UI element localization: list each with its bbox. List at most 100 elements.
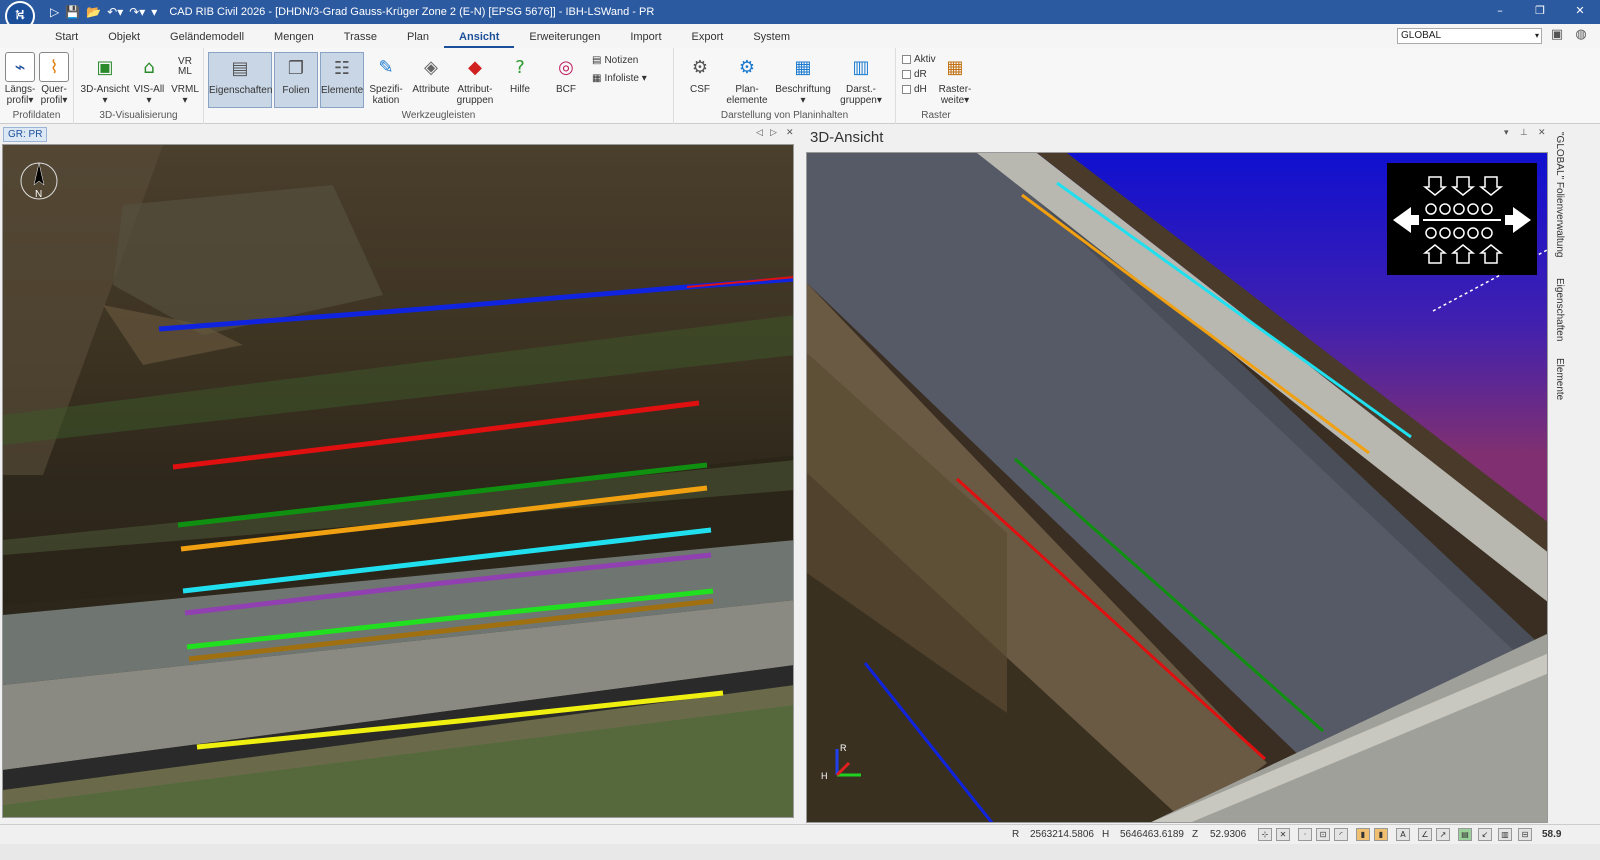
measure-icon[interactable]: ↗: [1436, 828, 1450, 841]
printer-icon[interactable]: ▥: [1498, 828, 1512, 841]
tab-system[interactable]: System: [738, 26, 805, 48]
group-label-werkzeugleisten: Werkzeugleisten: [401, 110, 476, 121]
bcf-button[interactable]: ◎ BCF: [548, 52, 584, 95]
layer-toggle-icon[interactable]: ▮: [1356, 828, 1370, 841]
scroll-right-icon[interactable]: ▷: [770, 128, 777, 138]
bottom-strip: [0, 844, 1600, 860]
open-icon[interactable]: 📂: [86, 5, 101, 19]
layer-toggle-2-icon[interactable]: ▮: [1374, 828, 1388, 841]
3d-view-icon: ▣: [96, 56, 114, 78]
undo-icon[interactable]: ↶▾: [107, 5, 123, 19]
vis-all-button[interactable]: ⌂ VIS-All ▾: [132, 52, 166, 106]
tab-start[interactable]: Start: [40, 26, 93, 48]
tab-ansicht[interactable]: Ansicht: [444, 26, 515, 48]
notes-icon: ▤: [592, 55, 602, 66]
rasterweite-label: Raster- weite▾: [938, 84, 972, 106]
maximize-button[interactable]: ❐: [1520, 0, 1560, 24]
group-label-profildaten: Profildaten: [12, 110, 61, 121]
vis-all-icon: ⌂: [143, 56, 155, 78]
dr-label: dR: [914, 69, 927, 80]
close-button[interactable]: ✕: [1560, 0, 1600, 24]
folien-button[interactable]: ❐ Folien: [274, 52, 318, 108]
app-logo[interactable]: ⛕: [0, 0, 40, 31]
csf-button[interactable]: ⚙ CSF: [682, 52, 718, 95]
hilfe-button[interactable]: ? Hilfe: [502, 52, 538, 95]
ribbon-tabs: Start Objekt Geländemodell Mengen Trasse…: [0, 24, 1600, 48]
grid-snap-icon[interactable]: ✕: [1276, 828, 1290, 841]
querprofil-label: Quer- profil▾: [40, 84, 68, 106]
3d-view-title: 3D-Ansicht: [810, 129, 884, 146]
querprofil-button[interactable]: ⌇ Quer- profil▾: [38, 52, 70, 106]
close-3d-icon[interactable]: ✕: [1538, 128, 1546, 138]
zoom-value: 58.9: [1542, 829, 1562, 840]
h-label: H: [1102, 829, 1110, 840]
axis-h-label: H: [821, 771, 828, 781]
close-pane-icon[interactable]: ✕: [786, 128, 794, 138]
spezifikation-button[interactable]: ✎ Spezifi- kation: [366, 52, 406, 106]
tab-objekt[interactable]: Objekt: [93, 26, 155, 48]
laengsprofil-label: Längs- profil▾: [4, 84, 36, 106]
rasterweite-button[interactable]: ▦ Raster- weite▾: [936, 52, 974, 106]
layer-selector[interactable]: GLOBAL ▾: [1397, 28, 1542, 44]
pin-icon[interactable]: ⊥: [1520, 128, 1528, 138]
planelemente-button[interactable]: ⚙ Plan- elemente: [724, 52, 770, 106]
sidebar-item-elemente[interactable]: Elemente: [1554, 358, 1565, 400]
scroll-left-icon[interactable]: ◁: [756, 128, 763, 138]
specification-icon: ✎: [378, 56, 394, 78]
3d-viewport[interactable]: H R: [806, 152, 1548, 823]
globe-icon[interactable]: ◍: [1572, 27, 1590, 45]
arc-snap-icon[interactable]: ◜: [1334, 828, 1348, 841]
plan-elements-icon: ⚙: [738, 56, 756, 78]
text-icon[interactable]: A: [1396, 828, 1410, 841]
laengsprofil-button[interactable]: ⌁ Längs- profil▾: [4, 52, 36, 106]
group-label-3d-visualisierung: 3D-Visualisierung: [99, 110, 178, 121]
arrow-icon[interactable]: ↙: [1478, 828, 1492, 841]
vis-all-label: VIS-All ▾: [133, 84, 165, 106]
sidebar-item-folienverwaltung[interactable]: "GLOBAL" Folienverwaltung: [1554, 132, 1565, 258]
3d-ansicht-button[interactable]: ▣ 3D-Ansicht ▾: [80, 52, 130, 106]
snap-icon[interactable]: ⊹: [1258, 828, 1272, 841]
run-icon[interactable]: ▷: [50, 5, 59, 19]
attributgruppen-button[interactable]: ◆ Attribut- gruppen: [454, 52, 496, 106]
infoliste-button[interactable]: ▦ Infoliste ▾: [592, 73, 647, 84]
zoom-icon[interactable]: ⊟: [1518, 828, 1532, 841]
tab-export[interactable]: Export: [677, 26, 739, 48]
tab-plan[interactable]: Plan: [392, 26, 444, 48]
bcf-label: BCF: [556, 84, 576, 95]
folien-label: Folien: [282, 85, 310, 96]
vrml-button[interactable]: VR ML VRML ▾: [168, 52, 202, 107]
elemente-button[interactable]: ☷ Elemente: [320, 52, 364, 108]
sidebar-item-eigenschaften[interactable]: Eigenschaften: [1554, 278, 1565, 341]
group-darstellung: ⚙ CSF ⚙ Plan- elemente ▦ Beschriftung ▾ …: [674, 48, 896, 124]
aktiv-label: Aktiv: [914, 54, 936, 65]
navigation-widget[interactable]: [1387, 163, 1537, 275]
tab-gr-pr[interactable]: GR: PR: [3, 127, 48, 142]
angle-icon[interactable]: ∠: [1418, 828, 1432, 841]
raster-dr-checkbox[interactable]: dR: [902, 69, 927, 80]
attribute-button[interactable]: ◈ Attribute: [408, 52, 454, 95]
layer-settings-icon[interactable]: ▣: [1548, 27, 1566, 45]
tab-import[interactable]: Import: [615, 26, 676, 48]
tab-erweiterungen[interactable]: Erweiterungen: [514, 26, 615, 48]
tab-mengen[interactable]: Mengen: [259, 26, 329, 48]
line-snap-icon[interactable]: ⊡: [1316, 828, 1330, 841]
window-title: CAD RIB Civil 2026 - [DHDN/3-Grad Gauss-…: [169, 6, 655, 18]
raster-dh-checkbox[interactable]: dH: [902, 84, 927, 95]
plan-viewport[interactable]: N: [2, 144, 794, 818]
notizen-label: Notizen: [604, 55, 639, 66]
customize-icon[interactable]: ▾: [151, 5, 157, 19]
status-green-icon[interactable]: ▤: [1458, 828, 1472, 841]
raster-aktiv-checkbox[interactable]: Aktiv: [902, 54, 936, 65]
eigenschaften-button[interactable]: ▤ Eigenschaften: [208, 52, 272, 108]
point-icon[interactable]: ·: [1298, 828, 1312, 841]
tab-gelaendemodell[interactable]: Geländemodell: [155, 26, 259, 48]
beschriftung-button[interactable]: ▦ Beschriftung ▾: [774, 52, 832, 106]
save-icon[interactable]: 💾: [65, 5, 80, 19]
redo-icon[interactable]: ↷▾: [129, 5, 145, 19]
minimize-button[interactable]: –: [1480, 0, 1520, 24]
darstgruppen-button[interactable]: ▥ Darst.- gruppen▾: [836, 52, 886, 106]
tab-trasse[interactable]: Trasse: [329, 26, 392, 48]
axis-r-label: R: [840, 743, 847, 753]
pane-menu-icon[interactable]: ▾: [1504, 128, 1509, 138]
notizen-button[interactable]: ▤ Notizen: [592, 55, 638, 66]
